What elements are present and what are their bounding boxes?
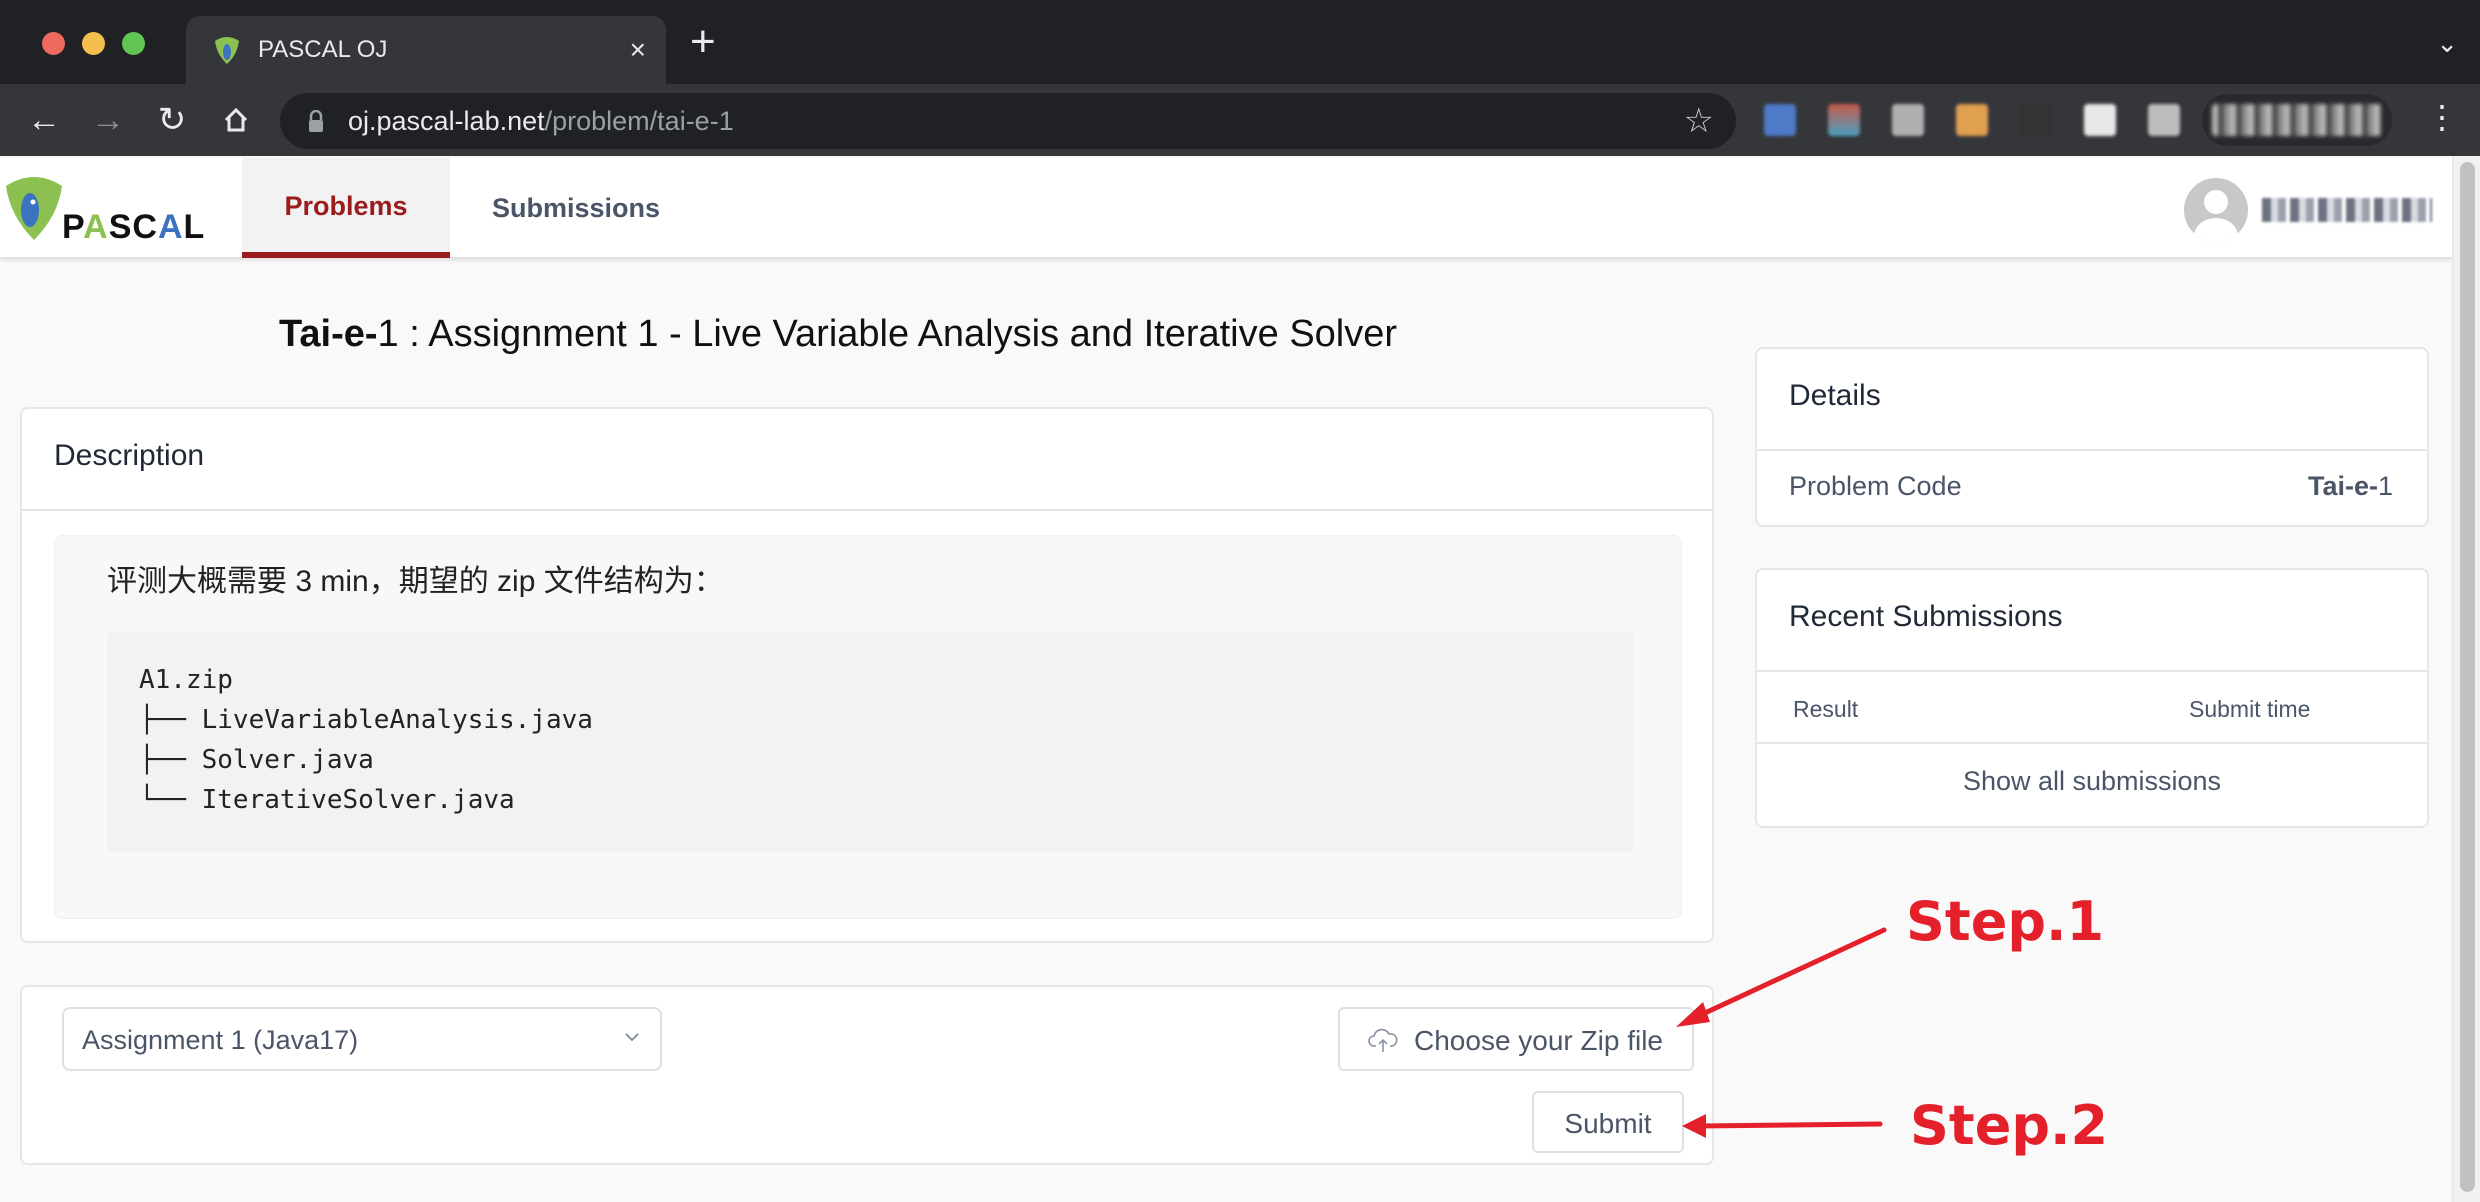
nav-tab-submissions[interactable]: Submissions (450, 158, 702, 258)
pascal-favicon-icon (215, 37, 239, 64)
url-text: oj.pascal-lab.net/problem/tai-e-1 (348, 106, 734, 137)
submit-button[interactable]: Submit (1532, 1091, 1684, 1153)
logo-text: PASCAL (62, 208, 206, 246)
description-body: 评测大概需要 3 min，期望的 zip 文件结构为： A1.zip ├── L… (54, 535, 1682, 919)
problem-title: Tai-e-1 : Assignment 1 - Live Variable A… (279, 313, 1398, 355)
user-name-obscured[interactable] (2262, 198, 2432, 222)
browser-menu-icon[interactable]: ⋮ (2426, 98, 2458, 136)
obscured-profile (2212, 104, 2382, 136)
site-header: PASCAL Problems Submissions (0, 158, 2452, 258)
browser-tab-strip: PASCAL OJ × + ⌄ (0, 0, 2480, 84)
reload-icon[interactable]: ↻ (150, 98, 194, 142)
tab-title: PASCAL OJ (258, 36, 388, 63)
submit-form-card: Assignment 1 (Java17) Choose your Zip fi… (20, 985, 1714, 1165)
forward-arrow-icon[interactable]: → (86, 98, 130, 142)
nav-tab-problems[interactable]: Problems (242, 158, 450, 258)
extension-icon[interactable] (1828, 104, 1860, 136)
code-line: ├── LiveVariableAnalysis.java (139, 705, 593, 735)
browser-tab[interactable]: PASCAL OJ × (186, 16, 666, 84)
extension-icon[interactable] (2148, 104, 2180, 136)
back-arrow-icon[interactable]: ← (22, 98, 66, 142)
browser-profile-chip[interactable] (2202, 94, 2392, 146)
page-content: PASCAL Problems Submissions Tai-e-1 : As… (0, 156, 2452, 1202)
cloud-upload-icon (1368, 1028, 1398, 1052)
user-avatar[interactable] (2184, 178, 2248, 242)
step2-label: Step.2 (1910, 1094, 2109, 1157)
url-path: /problem/tai-e-1 (544, 106, 734, 136)
scrollbar-thumb[interactable] (2460, 162, 2475, 1192)
problem-code-row: Problem Code Tai-e-1 (1789, 471, 2393, 502)
code-line: └── IterativeSolver.java (139, 785, 515, 815)
window-minimize-button[interactable] (82, 32, 105, 55)
column-submit-time: Submit time (2189, 696, 2311, 722)
zip-structure-codeblock: A1.zip ├── LiveVariableAnalysis.java ├──… (107, 632, 1633, 852)
details-card: Details Problem Code Tai-e-1 (1755, 347, 2429, 527)
recent-submissions-card: Recent Submissions Result Submit time Sh… (1755, 568, 2429, 828)
extension-icon[interactable] (1892, 104, 1924, 136)
window-zoom-button[interactable] (122, 32, 145, 55)
description-card: Description 评测大概需要 3 min，期望的 zip 文件结构为： … (20, 407, 1714, 943)
extension-icon[interactable] (2020, 104, 2052, 136)
new-tab-button[interactable]: + (690, 20, 716, 64)
description-text: 评测大概需要 3 min，期望的 zip 文件结构为： (107, 565, 724, 598)
details-header: Details (1757, 349, 2427, 451)
submit-label: Submit (1564, 1108, 1652, 1139)
code-line: ├── Solver.java (139, 745, 374, 775)
step1-label: Step.1 (1906, 890, 2105, 953)
url-host: oj.pascal-lab.net (348, 106, 545, 136)
window-close-button[interactable] (42, 32, 65, 55)
code-line: A1.zip (139, 665, 233, 695)
extensions-puzzle-icon[interactable] (2084, 104, 2116, 136)
problem-code-value: Tai-e-1 (2307, 471, 2393, 501)
show-all-submissions-link[interactable]: Show all submissions (1757, 766, 2427, 797)
assignment-select[interactable]: Assignment 1 (Java17) (62, 1007, 662, 1071)
browser-toolbar: ← → ↻ oj.pascal-lab.net/problem/tai-e-1 … (0, 84, 2480, 156)
problem-code-label: Problem Code (1789, 471, 1962, 501)
extension-icon[interactable] (1956, 104, 1988, 136)
bookmark-star-icon[interactable]: ☆ (1684, 101, 1714, 141)
extension-icon[interactable] (1764, 104, 1796, 136)
address-bar[interactable]: oj.pascal-lab.net/problem/tai-e-1 ☆ (280, 93, 1736, 149)
home-icon[interactable] (214, 98, 258, 142)
tab-search-chevron-icon[interactable]: ⌄ (2436, 28, 2458, 59)
choose-zip-file-button[interactable]: Choose your Zip file (1338, 1007, 1694, 1071)
tab-close-icon[interactable]: × (630, 30, 646, 70)
recent-submissions-table-header: Result Submit time (1757, 672, 2427, 744)
logo-mark-icon (6, 177, 62, 240)
column-result: Result (1793, 696, 1859, 722)
pascal-logo[interactable]: PASCAL (4, 172, 204, 246)
description-header: Description (22, 409, 1712, 511)
page-scrollbar[interactable] (2452, 156, 2480, 1202)
lock-icon (309, 110, 323, 132)
upload-label: Choose your Zip file (1414, 1025, 1664, 1056)
chevron-down-icon (625, 1033, 639, 1042)
recent-submissions-header: Recent Submissions (1757, 570, 2427, 672)
assignment-select-value: Assignment 1 (Java17) (82, 1025, 359, 1055)
